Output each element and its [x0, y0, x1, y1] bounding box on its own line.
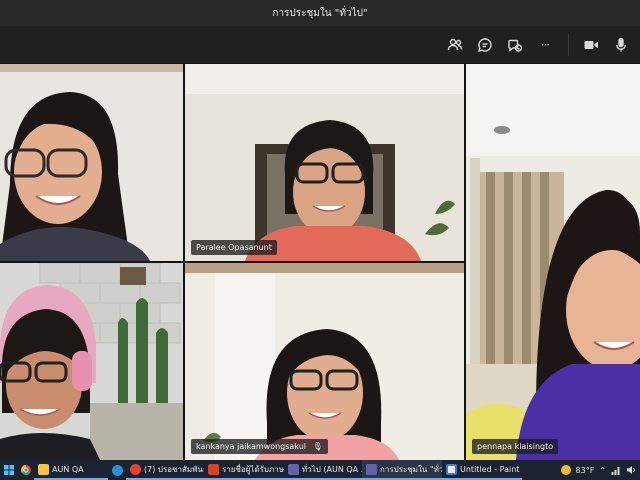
video-tile[interactable]: pennapa klaisingto — [466, 64, 640, 460]
participant-nametag: Paralee Opasanunt — [191, 240, 277, 255]
taskbar-item-teams-meeting[interactable]: การประชุมใน "ทั่ว... — [362, 460, 442, 480]
taskbar-item-teams-channel[interactable]: ทั่วไป (AUN QA ... — [284, 460, 362, 480]
folder-icon — [38, 463, 49, 475]
more-label: ··· — [540, 38, 551, 52]
video-tile[interactable] — [0, 263, 183, 460]
camera-icon[interactable] — [580, 34, 602, 56]
participant-video — [0, 263, 183, 460]
taskbar-item-chrome-pr[interactable]: (7) ปรอชาสัมพันธ์ ... — [126, 460, 204, 480]
toolbar-divider — [568, 34, 569, 56]
meeting-title: การประชุมใน "ทั่วไป" — [272, 7, 368, 19]
participant-video — [185, 64, 464, 261]
mic-icon[interactable] — [610, 34, 632, 56]
edge-icon[interactable] — [108, 460, 126, 480]
teams-icon — [366, 463, 377, 475]
system-tray: 83°F ⌃ — [560, 460, 640, 480]
video-tile[interactable]: Paralee Opasanunt — [185, 64, 464, 261]
title-bar: การประชุมใน "ทั่วไป" — [0, 0, 640, 26]
taskbar-item-paint[interactable]: Untitled - Paint — [442, 460, 522, 480]
participant-nametag: pennapa klaisingto — [472, 439, 559, 454]
chevron-up-icon[interactable]: ⌃ — [599, 466, 606, 475]
chrome-icon[interactable] — [18, 460, 34, 480]
participant-nametag: kankanya jaikamwongsakul 🎙 — [191, 439, 328, 454]
windows-icon[interactable] — [0, 460, 18, 480]
chrome-icon — [130, 463, 141, 475]
teams-icon — [288, 463, 299, 475]
taskbar-item-powerpoint[interactable]: รายชื่อผู้ได้รับภาษ... — [204, 460, 284, 480]
mic-muted-icon: 🎙 — [312, 442, 323, 451]
reactions-icon[interactable] — [504, 34, 526, 56]
paint-icon — [446, 463, 457, 475]
taskbar: AUN QA (7) ปรอชาสัมพันธ์ ... รายชื่อผู้ไ… — [0, 460, 640, 480]
weather-temperature: 83°F — [575, 465, 595, 475]
weather-icon[interactable] — [560, 465, 571, 475]
volume-icon[interactable] — [626, 465, 636, 475]
more-icon[interactable]: ··· — [534, 34, 556, 56]
participant-video — [0, 64, 183, 261]
powerpoint-icon — [208, 463, 219, 475]
network-icon[interactable] — [611, 465, 621, 475]
video-tile[interactable] — [0, 64, 183, 261]
participant-video — [185, 263, 464, 460]
participants-icon[interactable] — [444, 34, 466, 56]
taskbar-item-aun-qa[interactable]: AUN QA — [34, 460, 108, 480]
chat-icon[interactable] — [474, 34, 496, 56]
video-tile[interactable]: kankanya jaikamwongsakul 🎙 — [185, 263, 464, 460]
participant-name: kankanya jaikamwongsakul — [196, 442, 306, 451]
participant-video — [466, 64, 640, 460]
video-grid: Paralee Opasanunt pennapa klaisingto kan… — [0, 64, 640, 460]
meeting-toolbar: ··· — [0, 26, 640, 64]
